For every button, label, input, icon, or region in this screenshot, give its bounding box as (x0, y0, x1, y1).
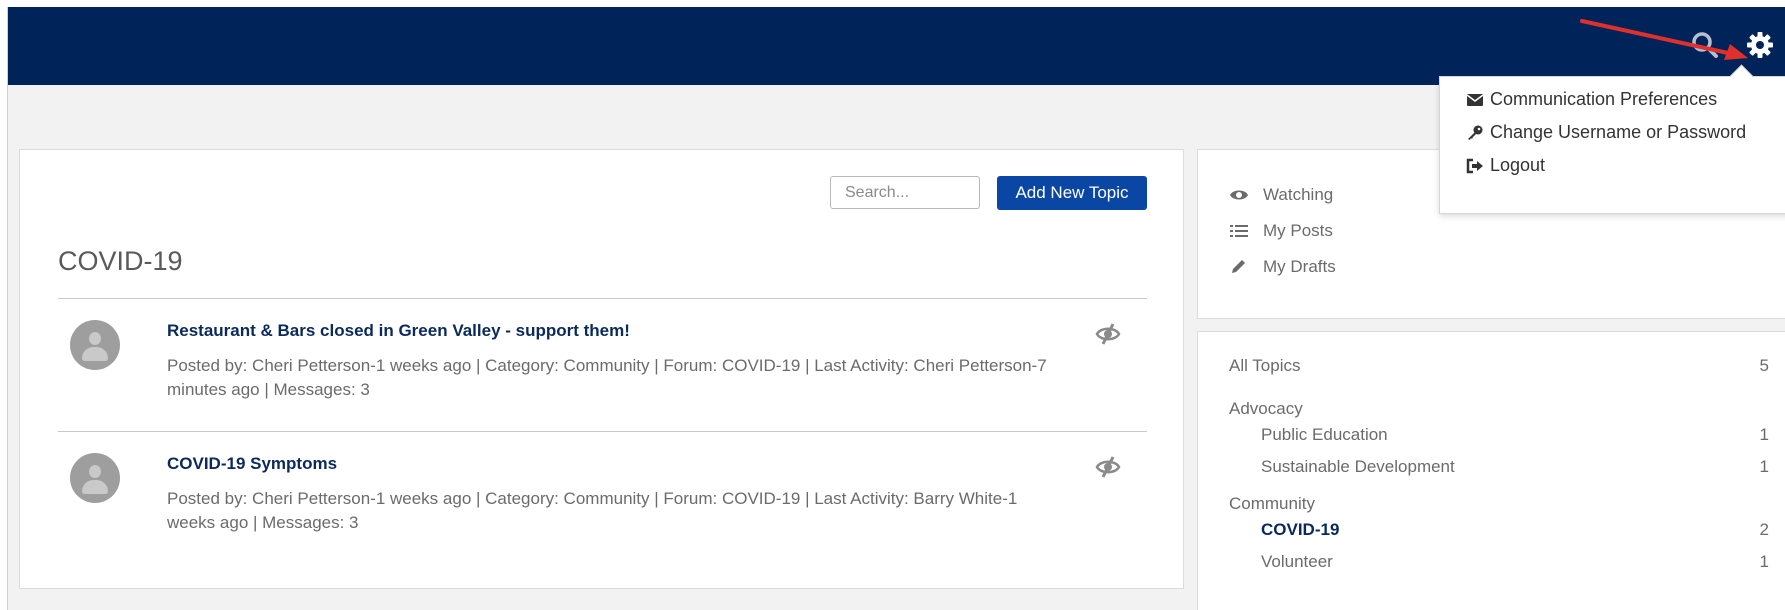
search-input[interactable] (830, 176, 980, 209)
pencil-icon (1232, 260, 1245, 273)
sidebar-link-my-drafts[interactable]: My Drafts (1229, 257, 1336, 277)
search-icon[interactable] (1691, 31, 1719, 59)
sidebar-link-label: My Drafts (1263, 257, 1336, 276)
topic-row: COVID-19 Symptoms Posted by: Cheri Pette… (58, 431, 1147, 551)
eye-slash-icon[interactable] (1094, 453, 1122, 481)
topic-count: 1 (1759, 457, 1769, 476)
topic-count: 2 (1759, 520, 1769, 539)
envelope-icon (1466, 93, 1484, 106)
add-new-topic-button[interactable]: Add New Topic (997, 176, 1147, 210)
forum-categories-panel: All Topics 5 Advocacy Public Education 1… (1197, 331, 1785, 610)
sign-out-icon (1466, 158, 1483, 173)
list-icon (1230, 225, 1248, 237)
menu-item-communication-preferences[interactable]: Communication Preferences (1466, 89, 1717, 110)
sidebar-link-watching[interactable]: Watching (1229, 185, 1333, 205)
app-frame: Add New Topic COVID-19 Restaurant & Bars… (7, 7, 1785, 610)
topic-row: Restaurant & Bars closed in Green Valley… (58, 298, 1147, 418)
topic-title-link[interactable]: Restaurant & Bars closed in Green Valley… (167, 321, 630, 341)
sidebar-link-label: Watching (1263, 185, 1334, 204)
topic-count: 1 (1759, 552, 1769, 571)
settings-dropdown-menu: Communication Preferences Change Usernam… (1439, 64, 1785, 214)
gear-icon[interactable] (1745, 30, 1775, 60)
menu-item-logout[interactable]: Logout (1466, 155, 1545, 176)
sidebar-link-my-posts[interactable]: My Posts (1229, 221, 1333, 241)
eye-slash-icon[interactable] (1094, 320, 1122, 348)
category-heading-advocacy: Advocacy (1229, 399, 1769, 419)
topic-title-link[interactable]: COVID-19 Symptoms (167, 454, 337, 474)
menu-item-change-username-password[interactable]: Change Username or Password (1466, 122, 1746, 143)
menu-item-label: Communication Preferences (1490, 89, 1718, 109)
sidebar-link-label: My Posts (1263, 221, 1333, 240)
topic-meta: Posted by: Cheri Petterson-1 weeks ago |… (167, 489, 1018, 532)
forum-label: Sustainable Development (1261, 457, 1455, 476)
forum-item-covid-19[interactable]: COVID-19 2 (1261, 520, 1769, 540)
category-heading: Advocacy (1229, 399, 1303, 418)
eye-icon (1230, 190, 1248, 200)
avatar (70, 320, 120, 370)
avatar (70, 453, 120, 503)
page-title: COVID-19 (58, 246, 183, 276)
category-label: All Topics (1229, 356, 1301, 375)
key-icon (1468, 125, 1483, 140)
forum-label: Volunteer (1261, 552, 1333, 571)
topic-count: 5 (1759, 356, 1769, 375)
category-heading: Community (1229, 494, 1315, 513)
topics-panel: Add New Topic COVID-19 Restaurant & Bars… (19, 149, 1184, 589)
topic-count: 1 (1759, 425, 1769, 444)
menu-item-label: Logout (1490, 155, 1546, 175)
category-heading-community: Community (1229, 494, 1769, 514)
forum-label: Public Education (1261, 425, 1388, 444)
forum-item-public-education[interactable]: Public Education 1 (1261, 425, 1769, 445)
forum-label: COVID-19 (1261, 520, 1340, 539)
topic-meta: Posted by: Cheri Petterson-1 weeks ago |… (167, 356, 1047, 399)
all-topics-link[interactable]: All Topics 5 (1229, 356, 1769, 376)
forum-item-volunteer[interactable]: Volunteer 1 (1261, 552, 1769, 572)
forum-item-sustainable-development[interactable]: Sustainable Development 1 (1261, 457, 1769, 477)
top-nav-bar (8, 7, 1785, 85)
menu-item-label: Change Username or Password (1490, 122, 1747, 142)
